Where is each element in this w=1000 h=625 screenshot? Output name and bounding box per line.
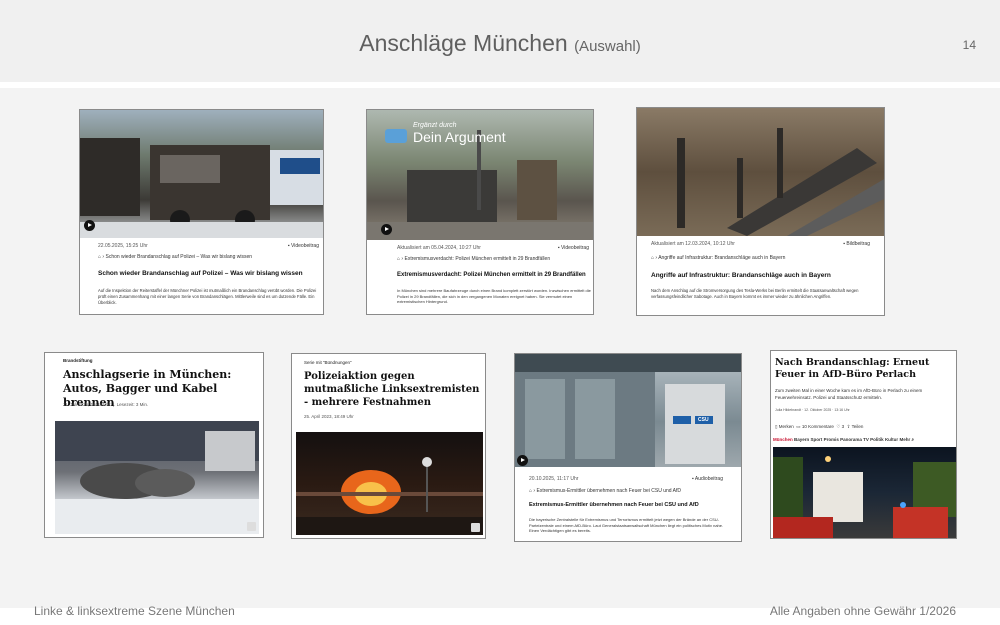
article-photo-burned-construction: Ergänzt durch Dein Argument xyxy=(367,110,593,240)
breadcrumb-text: Extremismus-Ermittler übernehmen nach Fe… xyxy=(536,488,681,494)
article-card-attack-series[interactable]: Brandstiftung Anschlagserie in München: … xyxy=(44,352,264,538)
site-nav: München Bayern Sport Promis Panorama TV … xyxy=(773,437,914,442)
image-label: Bildbeitrag xyxy=(846,241,870,247)
footer-right: Alle Angaben ohne Gewähr 1/2026 xyxy=(769,604,956,618)
slide-title-suffix: (Auswahl) xyxy=(574,38,641,55)
home-icon: ⌂ xyxy=(651,255,655,261)
article-card-csu-afd-fire[interactable]: CSU 20.10.2025, 11:17 Uhr ▪ Audiobeitrag… xyxy=(514,353,742,542)
slide-title-main: Anschläge München xyxy=(359,30,568,56)
night-fire-illustration xyxy=(296,457,483,535)
comment-icon[interactable]: ▭ xyxy=(796,424,800,429)
article-photo-party-hq-entrance: CSU xyxy=(515,354,741,467)
article-teaser: Zum zweiten Mal in einer Woche kam es im… xyxy=(775,388,923,400)
share-icon[interactable]: ⇪ xyxy=(847,424,851,429)
home-icon: ⌂ xyxy=(397,256,401,262)
article-dateline: 11. Juli 2025, 16:48 Uhr | Lesezeit: 3 M… xyxy=(63,402,149,407)
burned-cars-illustration xyxy=(55,421,259,534)
article-date: Aktualisiert am 05.04.2024, 10:27 Uhr xyxy=(397,245,481,251)
nav-muenchen[interactable]: München xyxy=(773,437,793,442)
search-icon[interactable]: ⌕ xyxy=(911,437,914,442)
breadcrumb-text: Angriffe auf Infrastruktur: Brandanschlä… xyxy=(658,255,786,261)
breadcrumb[interactable]: ⌂ › Extremismus-Ermittler übernehmen nac… xyxy=(529,488,681,494)
article-teaser: Nach dem Anschlag auf die Stromversorgun… xyxy=(651,288,859,299)
video-badge: ▪ Videobeitrag xyxy=(287,243,319,249)
breadcrumb[interactable]: ⌂ › Extremismusverdacht: Polizei München… xyxy=(397,256,550,262)
nav-tv[interactable]: TV xyxy=(863,437,869,442)
article-card-afd-office-fire[interactable]: Nach Brandanschlag: Erneut Feuer in AfD-… xyxy=(770,350,957,539)
chat-bubble-icon xyxy=(385,129,407,143)
article-date: 20.10.2025, 11:17 Uhr xyxy=(529,476,579,482)
video-label: Videobeitrag xyxy=(291,243,319,249)
action-bookmark[interactable]: Merken xyxy=(779,424,794,429)
article-photo-cable-duct xyxy=(637,108,884,236)
article-headline[interactable]: Extremismusverdacht: Polizei München erm… xyxy=(397,272,592,278)
article-card-police-arson[interactable]: 22.05.2025, 15:25 Uhr ▪ Videobeitrag ⌂ ›… xyxy=(79,109,324,315)
article-photo-burned-vehicles xyxy=(80,110,323,238)
breadcrumb[interactable]: ⌂ › Angriffe auf Infrastruktur: Brandans… xyxy=(651,255,785,261)
article-byline: Julia Hildebrandt · 12. Oktober 2025 · 1… xyxy=(775,408,850,412)
audio-badge: ▪ Audiobeitrag xyxy=(692,476,723,482)
article-actions: ▯ Merken ▭ 10 Kommentare ♡ 3 ⇪ Teilen xyxy=(775,424,864,429)
zoom-icon[interactable] xyxy=(247,522,256,531)
footer-left: Linke & linksextreme Szene München xyxy=(34,604,235,618)
home-icon: ⌂ xyxy=(98,254,102,260)
action-share[interactable]: Teilen xyxy=(852,424,864,429)
article-headline[interactable]: Extremismus-Ermittler übernehmen nach Fe… xyxy=(529,502,739,508)
page-number: 14 xyxy=(962,38,976,52)
article-headline[interactable]: Angriffe auf Infrastruktur: Brandanschlä… xyxy=(651,272,876,279)
slide-title: Anschläge München (Auswahl) xyxy=(0,30,1000,57)
nav-sport[interactable]: Sport xyxy=(811,437,823,442)
article-teaser: Die bayerische Zentralstelle für Extremi… xyxy=(529,517,724,533)
video-badge: ▪ Videobeitrag xyxy=(557,245,589,251)
article-photo-burned-cars xyxy=(55,421,259,534)
glass-entrance-illustration xyxy=(515,354,741,467)
article-teaser: In München sind mehrere Baufahrzeuge dur… xyxy=(397,288,591,304)
breadcrumb-text: Schon wieder Brandanschlag auf Polizei –… xyxy=(105,254,253,260)
article-headline[interactable]: Schon wieder Brandanschlag auf Polizei –… xyxy=(98,270,318,277)
overlay-big-text: Dein Argument xyxy=(413,129,506,145)
nav-kultur[interactable]: Kultur xyxy=(885,437,898,442)
home-icon: ⌂ xyxy=(529,488,533,494)
article-date: 11. Juli 2025, 16:48 Uhr xyxy=(63,402,111,407)
article-headline[interactable]: Polizeiaktion gegen mutmaßliche Linksext… xyxy=(304,370,482,409)
overlay-small-text: Ergänzt durch xyxy=(413,122,457,129)
play-icon[interactable] xyxy=(381,224,392,235)
article-headline[interactable]: Nach Brandanschlag: Erneut Feuer in AfD-… xyxy=(775,357,955,381)
fire-brigade-illustration xyxy=(773,456,956,538)
article-date: 22.05.2025, 15:25 Uhr xyxy=(98,243,148,249)
play-icon[interactable] xyxy=(84,220,95,231)
play-icon[interactable] xyxy=(517,455,528,466)
article-card-infrastructure[interactable]: Aktualisiert am 12.03.2024, 10:12 Uhr ▪ … xyxy=(636,107,885,316)
article-card-extremism-suspicion[interactable]: Ergänzt durch Dein Argument Aktualisiert… xyxy=(366,109,594,315)
nav-promis[interactable]: Promis xyxy=(824,437,839,442)
nav-mehr[interactable]: Mehr xyxy=(899,437,910,442)
article-kicker: Serie mit “Bündnungen” xyxy=(304,360,352,365)
article-kicker: Brandstiftung xyxy=(63,358,93,363)
article-photo-fire-at-night xyxy=(296,432,483,535)
bookmark-icon[interactable]: ▯ xyxy=(775,424,777,429)
video-label: Videobeitrag xyxy=(561,245,589,251)
zoom-icon[interactable] xyxy=(471,523,480,532)
read-time: Lesezeit: 3 Min. xyxy=(116,402,149,407)
csu-sign: CSU xyxy=(698,417,709,423)
nav-panorama[interactable]: Panorama xyxy=(840,437,862,442)
article-card-police-action[interactable]: Serie mit “Bündnungen” Polizeiaktion geg… xyxy=(291,353,486,539)
breadcrumb-text: Extremismusverdacht: Polizei München erm… xyxy=(404,256,551,262)
breadcrumb[interactable]: ⌂ › Schon wieder Brandanschlag auf Poliz… xyxy=(98,254,252,260)
image-badge: ▪ Bildbeitrag xyxy=(843,241,870,247)
article-date: Aktualisiert am 12.03.2024, 10:12 Uhr xyxy=(651,241,735,247)
burned-vans-illustration xyxy=(80,138,323,238)
article-date: 25. April 2023, 18:49 Uhr xyxy=(304,414,354,419)
like-icon[interactable]: ♡ xyxy=(836,424,840,429)
article-teaser: Auf die Inspektion der Reiterstaffel der… xyxy=(98,288,317,305)
nav-bayern[interactable]: Bayern xyxy=(794,437,809,442)
article-photo-fire-brigade-night xyxy=(773,447,956,538)
burned-cables-illustration xyxy=(677,128,884,236)
audio-label: Audiobeitrag xyxy=(694,476,723,482)
nav-politik[interactable]: Politik xyxy=(870,437,884,442)
action-comments[interactable]: 10 Kommentare xyxy=(802,424,834,429)
